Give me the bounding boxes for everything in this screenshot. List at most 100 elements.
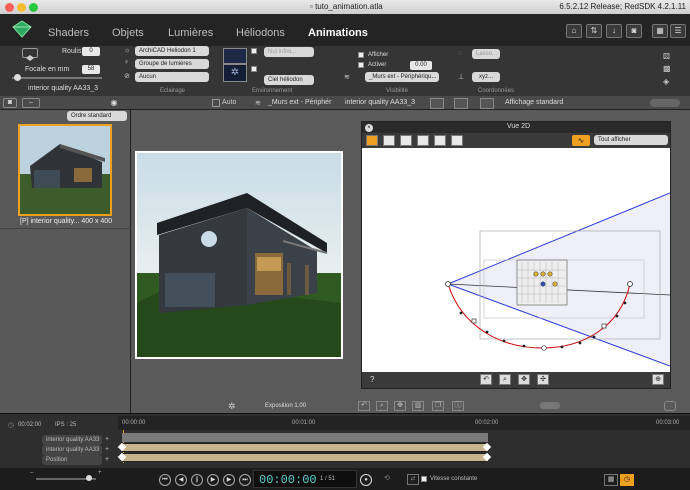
xyz-button[interactable]: xyz... (472, 72, 500, 82)
loop-icon[interactable]: ⟲ (384, 474, 390, 482)
environment-swatch-sky[interactable]: ✲ (223, 64, 247, 82)
lights-group-select[interactable]: Groupe de lumières (135, 59, 209, 69)
cart-icon[interactable]: ⌂ (566, 24, 582, 38)
heliodon-select[interactable]: ArchiCAD Heliodon 1 (135, 46, 209, 56)
house-side-icon[interactable] (400, 135, 412, 146)
nul-infini-field[interactable]: Nul infini... (264, 47, 314, 57)
roulis-input[interactable]: 0 (82, 47, 100, 56)
undo-icon[interactable]: ↶ (480, 374, 492, 385)
track-label-1[interactable]: interior quality AA33 (42, 445, 102, 455)
remove-camera-button[interactable]: – (22, 98, 40, 108)
frame-icon[interactable] (430, 98, 444, 109)
view-slider[interactable] (540, 402, 560, 409)
display-select[interactable]: Tout afficher (594, 135, 668, 145)
add-track-icon-0[interactable]: + (105, 436, 109, 443)
aucun-select[interactable]: Aucun (135, 72, 209, 82)
track-label-0[interactable]: interior quality AA33 (42, 435, 102, 445)
cube-icon[interactable]: ◈ (663, 77, 673, 86)
minimize-window-button[interactable] (17, 2, 26, 12)
infinite-checkbox[interactable] (251, 48, 257, 54)
camera-thumbnail[interactable] (18, 124, 112, 216)
camera-add-button[interactable] (22, 48, 38, 61)
play-icon[interactable]: ▶ (207, 474, 219, 486)
add-track-icon-2[interactable]: + (105, 456, 109, 463)
activer-input[interactable]: 0.00 (410, 61, 432, 70)
track-bar-1[interactable] (122, 443, 488, 452)
tab-animations[interactable]: Animations (308, 27, 368, 39)
house-front-icon[interactable] (383, 135, 395, 146)
hierarchy-icon[interactable]: ⇅ (586, 24, 602, 38)
constant-speed-checkbox[interactable] (421, 476, 427, 482)
focale-slider-thumb[interactable] (14, 74, 21, 81)
checker-icon[interactable]: ▩ (663, 64, 673, 73)
ciel-select[interactable]: Ciel héliodon (264, 75, 314, 85)
dice-icon[interactable]: ⚄ (663, 52, 673, 61)
to-end-icon[interactable]: ⏭ (239, 474, 251, 486)
activer-checkbox[interactable] (358, 62, 364, 68)
tab-lumieres[interactable]: Lumières (168, 27, 213, 39)
house-top-icon[interactable] (451, 135, 463, 146)
split-view-icon[interactable]: ▥ (412, 401, 424, 411)
record-icon[interactable]: ● (360, 474, 372, 486)
ping-pong-icon[interactable]: ⇄ (407, 474, 419, 485)
clock-icon[interactable]: ◷ (620, 474, 634, 486)
layout-grid-icon[interactable]: ▦ (604, 474, 618, 486)
zoom-out-icon[interactable]: – (30, 470, 33, 476)
layer-select[interactable]: _Murs ext - Périphériqu... (365, 72, 439, 82)
thumb-caption: [P] interior quality... 400 x 400 (20, 218, 113, 225)
ips-label: IPS : 25 (55, 422, 77, 428)
prev-frame-icon[interactable]: ◀ (175, 474, 187, 486)
undo-view-icon[interactable]: ↶ (358, 401, 370, 411)
close-icon[interactable]: × (365, 123, 373, 132)
add-camera-icon[interactable]: ◙ (3, 98, 17, 108)
timeline-ruler[interactable] (118, 416, 690, 430)
timeline-zoom-thumb[interactable] (86, 475, 92, 481)
house-right-icon[interactable] (434, 135, 446, 146)
lasso-button[interactable]: Lasso... (472, 49, 500, 59)
fit-icon[interactable]: ⊕ (652, 374, 664, 385)
zoom-window-button[interactable] (29, 2, 38, 12)
auto-icon[interactable] (212, 99, 220, 107)
tab-shaders[interactable]: Shaders (48, 27, 89, 39)
view-toggle[interactable] (664, 401, 676, 411)
plan-canvas[interactable] (362, 148, 671, 372)
close-window-button[interactable] (5, 2, 14, 12)
display-mode-icon[interactable] (480, 98, 494, 109)
eye-icon[interactable]: ◉ (107, 98, 121, 108)
next-frame-icon[interactable]: ▶ (223, 474, 235, 486)
floorplan-icon[interactable] (366, 135, 378, 146)
display-toggle[interactable] (650, 99, 680, 107)
track-label-2[interactable]: Position (42, 455, 102, 465)
sky-checkbox[interactable] (251, 66, 257, 72)
add-track-icon-1[interactable]: + (105, 446, 109, 453)
sort-select[interactable]: Ordre standard (67, 111, 127, 121)
vue2d-help[interactable]: ? (370, 375, 374, 384)
environment-swatch-top[interactable] (223, 48, 247, 64)
copy-view-icon[interactable]: ❐ (432, 401, 444, 411)
grid-icon[interactable]: ▦ (652, 24, 668, 38)
info-view-icon[interactable]: ⓘ (452, 401, 464, 411)
track-bar-2[interactable] (122, 453, 488, 462)
tab-heliodons[interactable]: Héliodons (236, 27, 285, 39)
exposure-icon[interactable]: ✲ (228, 401, 240, 411)
tab-objets[interactable]: Objets (112, 27, 144, 39)
zoom-in-icon[interactable]: + (98, 470, 102, 476)
pan-view-icon[interactable]: ✥ (394, 401, 406, 411)
camera-icon[interactable]: ◙ (626, 24, 642, 38)
afficher-checkbox[interactable] (358, 52, 364, 58)
focale-slider-track[interactable] (12, 77, 102, 79)
pause-icon[interactable]: ∥ (191, 474, 203, 486)
vue2d-title-text: Vue 2D (507, 123, 531, 130)
zoom-icon[interactable]: ⌕ (499, 374, 511, 385)
path-curve-icon[interactable]: ∿ (572, 135, 590, 146)
track-bar-0[interactable] (122, 433, 488, 442)
settings-icon[interactable]: ☰ (670, 24, 686, 38)
pan-icon[interactable]: ✥ (518, 374, 530, 385)
download-icon[interactable]: ↓ (606, 24, 622, 38)
select-icon[interactable]: ✣ (537, 374, 549, 385)
focale-input[interactable]: 58 (82, 65, 100, 74)
crop-icon[interactable] (454, 98, 468, 109)
zoom-view-icon[interactable]: ⌕ (376, 401, 388, 411)
to-start-icon[interactable]: ⏮ (159, 474, 171, 486)
house-left-icon[interactable] (417, 135, 429, 146)
